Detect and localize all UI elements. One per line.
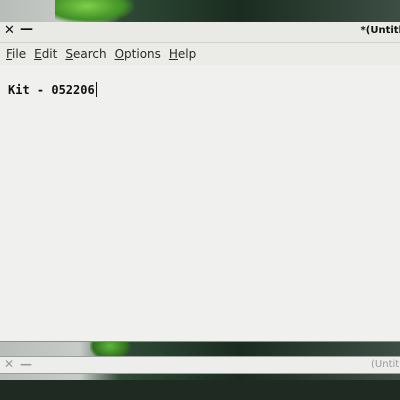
editor-content: Kit - 052206 xyxy=(8,82,97,97)
menu-help[interactable]: Help xyxy=(165,43,200,65)
minimize-icon[interactable]: — xyxy=(20,22,33,37)
window-title: *(Untitl xyxy=(360,25,400,36)
close-icon[interactable]: ✕ xyxy=(4,23,15,38)
menu-bar: File Edit Search Options Help xyxy=(0,43,400,66)
menu-edit[interactable]: Edit xyxy=(30,43,61,65)
menu-file[interactable]: File xyxy=(2,43,30,65)
menu-search[interactable]: Search xyxy=(61,43,110,65)
title-bar[interactable]: ✕ — *(Untitl xyxy=(0,22,400,43)
background-editor-window[interactable]: ✕ — (Untitl xyxy=(0,356,400,374)
menu-options[interactable]: Options xyxy=(111,43,165,65)
desktop-background xyxy=(0,380,400,400)
text-editor-area[interactable]: Kit - 052206 xyxy=(0,65,400,341)
text-editor-window: ✕ — *(Untitl File Edit Search Options He… xyxy=(0,22,400,342)
wallpaper-swoosh xyxy=(55,0,135,24)
window-title: (Untitl xyxy=(371,359,400,370)
minimize-icon[interactable]: — xyxy=(20,357,32,371)
text-cursor xyxy=(95,82,97,97)
close-icon[interactable]: ✕ xyxy=(4,357,14,371)
